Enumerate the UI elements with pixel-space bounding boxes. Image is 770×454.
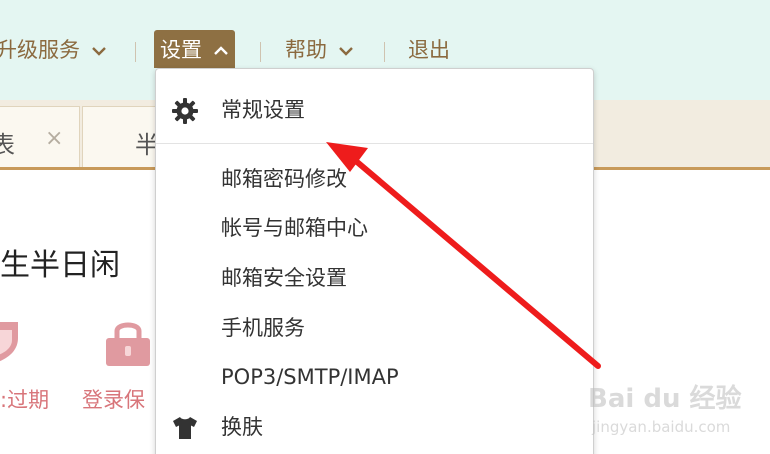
- menu-item-skin[interactable]: 换肤: [156, 407, 593, 447]
- chevron-down-icon: [91, 47, 106, 56]
- chevron-up-icon: [213, 46, 228, 55]
- nav-separator: [260, 42, 261, 62]
- nav-help[interactable]: 帮助: [285, 30, 354, 70]
- chevron-down-icon: [338, 47, 353, 56]
- nav-logout-label: 退出: [408, 38, 450, 62]
- menu-item-label: 手机服务: [221, 316, 305, 340]
- login-protect-text[interactable]: 登录保: [82, 384, 145, 414]
- shield-icon[interactable]: [0, 318, 24, 364]
- menu-item-label: 常规设置: [221, 98, 305, 122]
- tab-label: 表: [0, 131, 15, 159]
- lock-icon[interactable]: [106, 318, 150, 366]
- top-nav: 升级服务 设置 帮助 退出: [0, 30, 770, 70]
- nav-settings-label: 设置: [160, 38, 202, 62]
- menu-item-mobile-service[interactable]: 手机服务: [156, 308, 593, 348]
- menu-item-account-center[interactable]: 帐号与邮箱中心: [156, 208, 593, 248]
- status-expired-text[interactable]: :过期: [0, 384, 49, 414]
- menu-item-label: 换肤: [221, 415, 263, 439]
- menu-item-security-settings[interactable]: 邮箱安全设置: [156, 258, 593, 298]
- welcome-greeting: 生半日闲: [0, 248, 120, 283]
- menu-item-label: 帐号与邮箱中心: [221, 216, 368, 240]
- tshirt-icon: [173, 417, 197, 439]
- menu-item-label: 邮箱密码修改: [221, 167, 347, 191]
- nav-settings[interactable]: 设置: [154, 30, 235, 68]
- nav-upgrade-label: 升级服务: [0, 38, 80, 62]
- nav-upgrade-service[interactable]: 升级服务: [0, 30, 107, 70]
- tab-second[interactable]: 半: [82, 106, 162, 167]
- watermark-logo-text: Bai du 经验: [588, 384, 742, 414]
- menu-item-label: POP3/SMTP/IMAP: [221, 365, 399, 389]
- menu-item-label: 邮箱安全设置: [221, 266, 347, 290]
- menu-item-password-change[interactable]: 邮箱密码修改: [156, 159, 593, 199]
- baidu-watermark: Bai du 经验 jingyan.baidu.com: [588, 378, 742, 440]
- tab-inbox[interactable]: 表 ×: [0, 106, 80, 167]
- nav-separator: [135, 42, 136, 62]
- gear-icon: [172, 98, 198, 124]
- menu-divider: [156, 143, 593, 144]
- watermark-url: jingyan.baidu.com: [592, 418, 731, 436]
- nav-help-label: 帮助: [285, 38, 327, 62]
- settings-dropdown-menu: 常规设置 邮箱密码修改 帐号与邮箱中心 邮箱安全设置 手机服务 POP3/SMT…: [155, 68, 594, 454]
- close-icon[interactable]: ×: [45, 126, 63, 151]
- nav-logout[interactable]: 退出: [408, 30, 450, 70]
- nav-separator: [384, 42, 385, 62]
- menu-item-general-settings[interactable]: 常规设置: [156, 90, 593, 130]
- menu-item-pop3-smtp-imap[interactable]: POP3/SMTP/IMAP: [156, 357, 593, 397]
